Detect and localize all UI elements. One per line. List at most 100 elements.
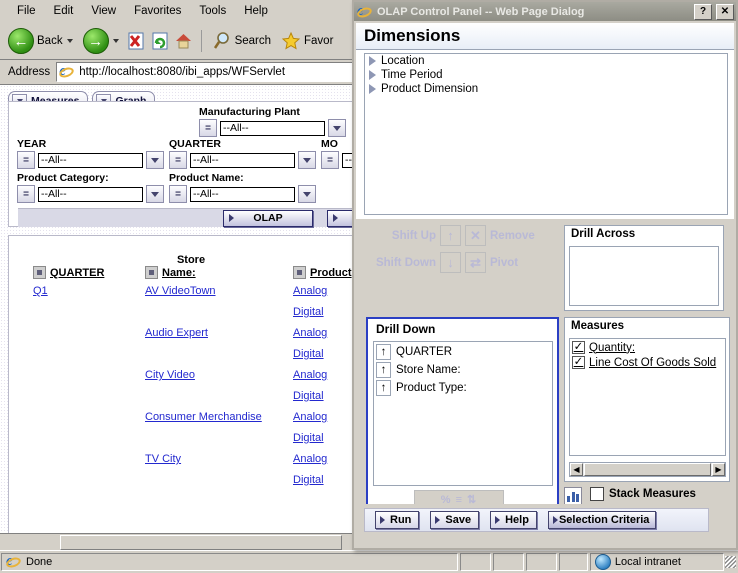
measures-horizontal-scrollbar[interactable]: ◀ ▶: [569, 462, 726, 477]
favorites-button[interactable]: Favor: [277, 26, 337, 56]
pivot-icon[interactable]: ⇄: [465, 252, 486, 273]
olap-button-label: OLAP: [253, 212, 282, 224]
cell-product-2[interactable]: Digital: [293, 306, 324, 318]
expand-triangle-icon[interactable]: [369, 56, 376, 66]
shift-up-icon[interactable]: ↑: [440, 225, 461, 246]
measure-line-cost-checkbox[interactable]: ✓: [572, 356, 585, 369]
measure-item-line-cost[interactable]: ✓ Line Cost Of Goods Sold: [572, 356, 725, 369]
resize-grip-icon[interactable]: [725, 556, 736, 568]
input-manufacturing-plant[interactable]: --All--: [220, 121, 325, 136]
save-button[interactable]: Save: [430, 511, 479, 529]
input-product-category[interactable]: --All--: [38, 187, 143, 202]
menu-item-tools[interactable]: Tools: [190, 3, 235, 19]
tree-item-location[interactable]: Location: [365, 54, 727, 68]
arrow-up-icon[interactable]: ↑: [376, 344, 391, 360]
cell-product-5[interactable]: Analog: [293, 369, 327, 381]
cell-product-7[interactable]: Analog: [293, 411, 327, 423]
menu-item-favorites[interactable]: Favorites: [125, 3, 190, 19]
drill-down-item-quarter[interactable]: ↑ QUARTER: [376, 344, 552, 360]
search-button[interactable]: Search: [208, 26, 275, 56]
report-table: QUARTER Store Name: P: [8, 235, 355, 547]
stop-button[interactable]: [125, 30, 147, 52]
forward-dropdown-icon[interactable]: [113, 39, 119, 43]
back-dropdown-icon[interactable]: [67, 39, 73, 43]
input-year[interactable]: --All--: [38, 153, 143, 168]
header-product[interactable]: Product: [293, 266, 352, 279]
run-button[interactable]: Run: [375, 511, 419, 529]
status-bar: e Done Local intranet: [0, 550, 738, 573]
input-quarter[interactable]: --All--: [190, 153, 295, 168]
dropdown-product-category[interactable]: [146, 185, 164, 203]
help-button[interactable]: Help: [490, 511, 537, 529]
operator-button-product-category[interactable]: =: [17, 185, 35, 203]
home-button[interactable]: [173, 30, 195, 52]
header-store-name[interactable]: Name:: [145, 266, 293, 279]
drill-down-item-store-name[interactable]: ↑ Store Name:: [376, 362, 552, 378]
dialog-close-button[interactable]: ✕: [716, 4, 734, 20]
menu-item-file[interactable]: File: [8, 3, 45, 19]
cell-store-3[interactable]: City Video: [145, 369, 195, 381]
operator-button-month[interactable]: =: [321, 151, 339, 169]
measures-list[interactable]: ✓ Quantity: ✓ Line Cost Of Goods Sold: [569, 338, 726, 456]
cell-product-1[interactable]: Analog: [293, 285, 327, 297]
olap-button[interactable]: OLAP: [223, 210, 313, 227]
operator-button-year[interactable]: =: [17, 151, 35, 169]
tree-item-product-dimension[interactable]: Product Dimension: [365, 82, 727, 96]
drill-across-panel: Drill Across: [564, 225, 724, 311]
dialog-title-bar[interactable]: e OLAP Control Panel -- Web Page Dialog …: [354, 2, 736, 21]
expand-triangle-icon[interactable]: [369, 70, 376, 80]
dropdown-quarter[interactable]: [298, 151, 316, 169]
dropdown-manufacturing-plant[interactable]: [328, 119, 346, 137]
arrow-up-icon[interactable]: ↑: [376, 362, 391, 378]
scroll-left-icon[interactable]: ◀: [570, 463, 583, 476]
cell-store-5[interactable]: TV City: [145, 453, 181, 465]
cell-store-4[interactable]: Consumer Merchandise: [145, 411, 262, 423]
bar-chart-icon[interactable]: [564, 487, 582, 505]
page-hscroll-thumb[interactable]: [60, 535, 342, 550]
header-product-marker-icon[interactable]: [293, 266, 306, 279]
operator-button-quarter[interactable]: =: [169, 151, 187, 169]
cell-product-3[interactable]: Analog: [293, 327, 327, 339]
menu-item-help[interactable]: Help: [235, 3, 277, 19]
measure-quantity-checkbox[interactable]: ✓: [572, 341, 585, 354]
drill-across-list[interactable]: [569, 246, 719, 306]
shift-up-row: Shift Up ↑ ✕ Remove: [364, 225, 559, 246]
menu-item-view[interactable]: View: [82, 3, 125, 19]
shift-controls: Shift Up ↑ ✕ Remove Shift Down ↓ ⇄ Pivot: [364, 225, 559, 279]
cell-product-9[interactable]: Analog: [293, 453, 327, 465]
cell-product-10[interactable]: Digital: [293, 474, 324, 486]
cell-store-2[interactable]: Audio Expert: [145, 327, 208, 339]
dialog-help-button[interactable]: ?: [694, 4, 712, 20]
measure-item-quantity[interactable]: ✓ Quantity:: [572, 341, 725, 354]
shift-down-icon[interactable]: ↓: [440, 252, 461, 273]
header-store-marker-icon[interactable]: [145, 266, 158, 279]
drill-down-list[interactable]: ↑ QUARTER ↑ Store Name: ↑ Product Type:: [373, 341, 553, 486]
dropdown-product-name[interactable]: [298, 185, 316, 203]
refresh-button[interactable]: [149, 30, 171, 52]
address-label: Address: [4, 66, 56, 78]
selection-criteria-button[interactable]: Selection Criteria: [548, 511, 656, 529]
operator-button-product-name[interactable]: =: [169, 185, 187, 203]
dropdown-year[interactable]: [146, 151, 164, 169]
cell-product-6[interactable]: Digital: [293, 390, 324, 402]
scroll-right-icon[interactable]: ▶: [712, 463, 725, 476]
expand-triangle-icon[interactable]: [369, 84, 376, 94]
cell-store-1[interactable]: AV VideoTown: [145, 285, 216, 297]
header-quarter[interactable]: QUARTER: [33, 266, 145, 279]
menu-item-edit[interactable]: Edit: [45, 3, 83, 19]
header-quarter-marker-icon[interactable]: [33, 266, 46, 279]
measures-scroll-thumb[interactable]: [584, 463, 711, 476]
tree-item-time-period[interactable]: Time Period: [365, 68, 727, 82]
cell-product-8[interactable]: Digital: [293, 432, 324, 444]
input-product-name[interactable]: --All--: [190, 187, 295, 202]
operator-button-manufacturing-plant[interactable]: =: [199, 119, 217, 137]
forward-button[interactable]: →: [79, 26, 123, 56]
drill-down-item-product-type[interactable]: ↑ Product Type:: [376, 380, 552, 396]
stack-measures-checkbox[interactable]: [590, 487, 604, 501]
back-button[interactable]: ← Back: [4, 26, 77, 56]
remove-icon[interactable]: ✕: [465, 225, 486, 246]
stack-measures-option[interactable]: Stack Measures: [590, 487, 696, 501]
cell-product-4[interactable]: Digital: [293, 348, 324, 360]
arrow-up-icon[interactable]: ↑: [376, 380, 391, 396]
cell-quarter-q1[interactable]: Q1: [33, 285, 48, 297]
